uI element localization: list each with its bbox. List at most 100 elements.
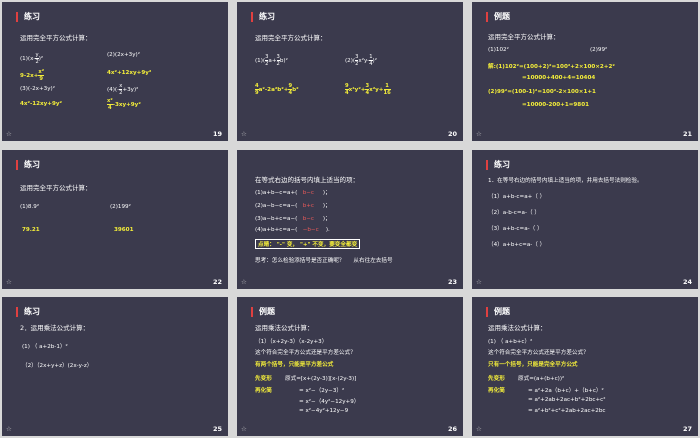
answer-2: 39601 xyxy=(114,227,134,233)
question-2: (2)199² xyxy=(110,204,131,210)
intro-text: 在等式右边的括号内填上适当的项： xyxy=(255,176,359,184)
slide-number: 20 xyxy=(447,130,457,138)
slide-title: 例题 xyxy=(494,307,510,316)
solution-line-2: =10000+400+4=10404 xyxy=(522,75,596,81)
intro-text: 2．运用乘法公式计算： xyxy=(20,324,90,332)
step-line-2: = a²+2a（b+c）+（b+c）² xyxy=(528,388,604,394)
slide-title: 例题 xyxy=(259,307,275,316)
question-1: (1) （ a+2b-1）² xyxy=(22,344,68,350)
answer-1: 9-2x+ x² 9 xyxy=(20,69,45,82)
answer-4: x² 4 -3xy+9y² xyxy=(107,98,141,111)
slide-number: 19 xyxy=(212,130,222,138)
slide-title: 练习 xyxy=(24,307,40,316)
solution-line-3: (2)99²=(100-1)²=100²-2×100×1+1 xyxy=(488,89,596,95)
slide-26[interactable]: 例题 运用乘法公式计算： （1）（x+2y-3）（x-2y+3） 这个符合完全平… xyxy=(237,297,463,436)
slide-title: 练习 xyxy=(494,160,510,169)
step-label-2: 再化简 xyxy=(488,388,505,394)
slide-22[interactable]: 练习 运用完全平方公式计算： (1)8.9² (2)199² 79.21 396… xyxy=(2,150,228,289)
step-label-1: 先变形 xyxy=(488,376,505,382)
question-1: (1)102² xyxy=(488,47,509,53)
slide-title: 练习 xyxy=(24,160,40,169)
answer-2: 4x²+12xy+9y² xyxy=(107,70,152,76)
title-bar-accent xyxy=(251,307,253,317)
step-line-4: = a²+b²+c²+2ab+2ac+2bc xyxy=(528,408,606,414)
question-2: (2)(2x+3y)² xyxy=(107,52,140,58)
intro-text: 运用乘法公式计算： xyxy=(488,324,547,332)
question: （1）（x+2y-3）（x-2y+3） xyxy=(255,339,328,345)
slide-24[interactable]: 练习 1．在等号右边的括号内填上适当的项，并用去括号法则检验。 （1）a+b-c… xyxy=(472,150,698,289)
title-bar-accent xyxy=(16,160,18,170)
slide-20[interactable]: 练习 运用完全平方公式计算： (1)(3 2 a+ 3 2 b)² (2)(3 2 x²y- 1… xyxy=(237,2,463,141)
fill-row-2: (2)a−b−c=a−( b+c )； xyxy=(255,203,331,209)
star-icon: ☆ xyxy=(476,425,482,433)
title-bar-accent xyxy=(486,12,488,22)
fill-row-4: (4)a+b+c=a−( −b−c ). xyxy=(255,227,330,233)
fill-row-1: （1）a+b-c=a+（ ） xyxy=(488,194,546,200)
intro-text: 运用完全平方公式计算： xyxy=(20,34,92,42)
title-bar-accent xyxy=(486,160,488,170)
step-line-1: 原式=(a+(b+c))² xyxy=(518,376,565,382)
fill-row-1: (1)a+b−c=a+( b−c )； xyxy=(255,190,331,196)
title-bar-accent xyxy=(16,12,18,22)
slide-number: 23 xyxy=(447,278,457,286)
answer-1: 79.21 xyxy=(22,227,40,233)
answer-2: 9 4 x⁴y²+ 3 4 x²y+ 1 16 xyxy=(345,83,391,96)
slide-number: 25 xyxy=(212,425,222,433)
slide-23[interactable]: 在等式右边的括号内填上适当的项： (1)a+b−c=a+( b−c )； (2)… xyxy=(237,150,463,289)
title-bar-accent xyxy=(251,12,253,22)
slide-title: 练习 xyxy=(259,12,275,21)
question-2: （2）（2x+y+z）(2x-y-z） xyxy=(22,363,93,369)
fill-row-2: （2）a-b-c=a-（ ） xyxy=(488,210,540,216)
step-label-2: 再化简 xyxy=(255,388,272,394)
slide-21[interactable]: 例题 运用完全平方公式计算： (1)102² (2)99² 解:(1)102²=… xyxy=(472,2,698,141)
question-1: (1)8.9² xyxy=(20,204,40,210)
think-text: 思考：怎么检验添括号是否正确呢？ 从右往左去括号 xyxy=(255,258,393,264)
tip-box: 点睛： "-" 变， "+" 不变，要变全都变 xyxy=(255,239,361,249)
question-1: (1)(x-y 2)² xyxy=(20,52,44,65)
title-bar-accent xyxy=(16,307,18,317)
star-icon: ☆ xyxy=(476,130,482,138)
step-label-1: 先变形 xyxy=(255,376,272,382)
intro-text: 运用完全平方公式计算： xyxy=(488,33,560,41)
fill-row-3: （3）a+b-c=a-（ ） xyxy=(488,226,543,232)
ask-text: 这个符合完全平方公式还是平方差公式？ xyxy=(488,350,589,356)
slide-19[interactable]: 练习 运用完全平方公式计算： (1)(x-y 2)² (2)(2x+3y)² 9-… xyxy=(2,2,228,141)
question: (1) （ a+b+c）² xyxy=(488,339,533,345)
intro-text: 运用完全平方公式计算： xyxy=(20,184,92,192)
question-2: (2)(3 2 x²y- 1 4)² xyxy=(345,54,377,67)
question-1: (1)(3 2 a+ 3 2 b)² xyxy=(255,54,288,67)
star-icon: ☆ xyxy=(6,130,12,138)
slide-number: 22 xyxy=(212,278,222,286)
step-line-4: = x²−4y²+12y−9 xyxy=(299,408,349,414)
star-icon: ☆ xyxy=(476,278,482,286)
slide-title: 练习 xyxy=(24,12,40,21)
intro-text: 1．在等号右边的括号内填上适当的项，并用去括号法则检验。 xyxy=(488,178,643,184)
intro-text: 运用乘法公式计算： xyxy=(255,324,314,332)
title-bar-accent xyxy=(486,307,488,317)
star-icon: ☆ xyxy=(6,425,12,433)
intro-text: 运用完全平方公式计算： xyxy=(255,34,327,42)
star-icon: ☆ xyxy=(241,425,247,433)
step-line-3: = x²−（4y²−12y+9） xyxy=(299,399,360,405)
solution-line-1: 解:(1)102²=(100+2)²=100²+2×100×2+2² xyxy=(488,64,615,70)
step-line-2: = x²−（2y−3）² xyxy=(299,388,345,394)
slide-title: 例题 xyxy=(494,12,510,21)
ask-text: 这个符合完全平方公式还是平方差公式？ xyxy=(255,350,356,356)
star-icon: ☆ xyxy=(6,278,12,286)
fill-row-4: （4）a+b+c=a-（ ） xyxy=(488,242,546,248)
slide-27[interactable]: 例题 运用乘法公式计算： (1) （ a+b+c）² 这个符合完全平方公式还是平… xyxy=(472,297,698,436)
hint-text: 有两个括号，只能是平方差公式 xyxy=(255,362,334,368)
question-2: (2)99² xyxy=(590,47,608,53)
step-line-1: 原式=[x+(2y-3)][x-(2y-3)] xyxy=(285,376,357,382)
slide-number: 21 xyxy=(682,130,692,138)
star-icon: ☆ xyxy=(241,130,247,138)
hint-text: 只有一个括号，只能是完全平方公式 xyxy=(488,362,578,368)
fill-row-3: (3)a−b+c=a−( b−c )； xyxy=(255,216,331,222)
slide-number: 24 xyxy=(682,278,692,286)
question-3: (3)(-2x+3y)² xyxy=(20,86,55,92)
slide-number: 27 xyxy=(682,425,692,433)
solution-line-4: =10000-200+1=9801 xyxy=(522,102,589,108)
step-line-3: = a²+2ab+2ac+b²+2bc+c² xyxy=(528,397,606,403)
answer-1: 4 9 a²-2a²b²+ 9 4 b² xyxy=(255,83,299,96)
slide-25[interactable]: 练习 2．运用乘法公式计算： (1) （ a+2b-1）² （2）（2x+y+z… xyxy=(2,297,228,436)
